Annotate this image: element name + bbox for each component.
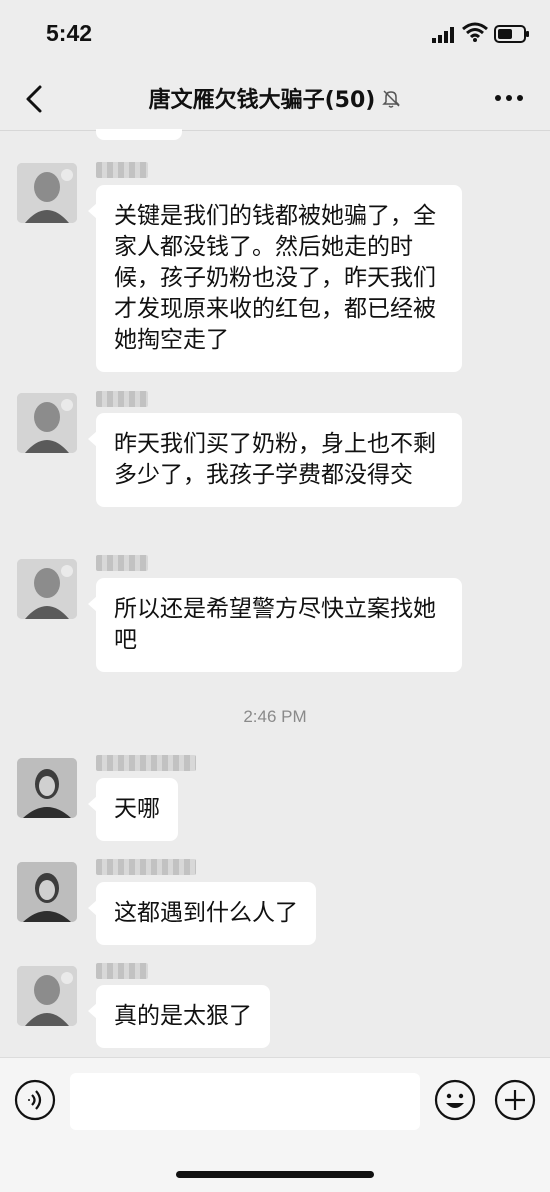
avatar[interactable] bbox=[17, 758, 77, 818]
avatar[interactable] bbox=[17, 163, 77, 223]
avatar-photo bbox=[17, 862, 77, 922]
bell-slash-icon bbox=[382, 90, 401, 108]
chat-title: 唐文雁欠钱大骗子(50) bbox=[0, 82, 550, 114]
message-bubble[interactable]: 所以还是希望警方尽快立案找她吧 bbox=[88, 578, 462, 672]
avatar[interactable] bbox=[17, 966, 77, 1026]
avatar-photo bbox=[17, 163, 77, 223]
more-dots-icon[interactable] bbox=[492, 86, 526, 110]
message-bubble[interactable]: 这都遇到什么人了 bbox=[88, 882, 316, 945]
timestamp-divider: 2:46 PM bbox=[243, 707, 307, 726]
avatar[interactable] bbox=[17, 862, 77, 922]
battery-icon bbox=[494, 25, 529, 43]
sender-name-blurred bbox=[96, 391, 148, 407]
avatar-photo bbox=[17, 559, 77, 619]
voice-input-icon[interactable] bbox=[14, 1079, 56, 1121]
avatar[interactable] bbox=[17, 559, 77, 619]
message-bubble[interactable]: 真的是太狠了 bbox=[88, 985, 270, 1048]
wifi-icon bbox=[462, 22, 488, 42]
avatar-photo bbox=[17, 393, 77, 453]
sender-name-blurred bbox=[96, 555, 148, 571]
message-list[interactable]: 关键是我们的钱都被她骗了，全家人都没钱了。然后她走的时候，孩子奶粉也没了，昨天我… bbox=[0, 129, 550, 1056]
home-indicator bbox=[176, 1171, 374, 1178]
message-bubble[interactable]: 关键是我们的钱都被她骗了，全家人都没钱了。然后她走的时候，孩子奶粉也没了，昨天我… bbox=[88, 185, 462, 372]
avatar-photo bbox=[17, 966, 77, 1026]
status-bar: 5:42 bbox=[0, 0, 550, 68]
sender-name-blurred bbox=[96, 963, 148, 979]
message-input[interactable] bbox=[70, 1073, 420, 1130]
avatar-photo bbox=[17, 758, 77, 818]
avatar[interactable] bbox=[17, 393, 77, 453]
message-bubble[interactable]: 天哪 bbox=[88, 778, 178, 841]
sender-name-blurred bbox=[96, 755, 196, 771]
chat-header: 唐文雁欠钱大骗子(50) bbox=[0, 68, 550, 131]
emoji-icon[interactable] bbox=[434, 1079, 476, 1121]
group-name: 唐文雁欠钱大骗子(50) bbox=[148, 88, 376, 113]
sender-name-blurred bbox=[96, 162, 148, 178]
cellular-signal-icon bbox=[432, 27, 454, 43]
status-time: 5:42 bbox=[46, 20, 93, 46]
input-bar bbox=[0, 1057, 550, 1192]
plus-icon[interactable] bbox=[494, 1079, 536, 1121]
message-bubble[interactable]: 昨天我们买了奶粉，身上也不剩多少了，我孩子学费都没得交 bbox=[88, 413, 462, 507]
partial-message-bubble bbox=[96, 129, 182, 140]
sender-name-blurred bbox=[96, 859, 196, 875]
